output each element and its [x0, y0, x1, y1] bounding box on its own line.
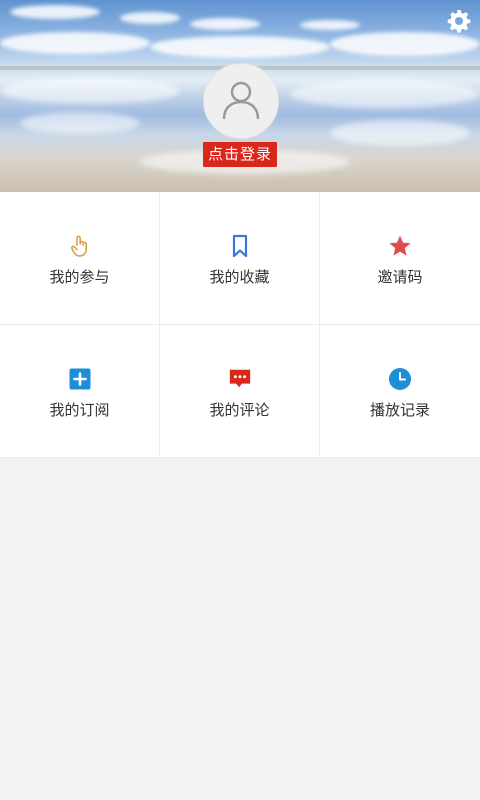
menu-item-label: 我的收藏 [209, 268, 270, 286]
menu-item-favorites[interactable]: 我的收藏 [160, 192, 320, 325]
comment-icon [228, 367, 252, 391]
cloud [10, 5, 100, 19]
menu-item-play-history[interactable]: 播放记录 [320, 325, 480, 458]
cloud-reflection [330, 120, 470, 146]
menu-item-comments[interactable]: 我的评论 [160, 325, 320, 458]
avatar[interactable] [203, 63, 279, 139]
clock-icon [388, 367, 412, 391]
cloud [150, 36, 330, 58]
cloud [0, 32, 150, 54]
menu-grid: 我的参与 我的收藏 邀请码 我的订阅 我的评论 播放记录 [0, 192, 480, 458]
cloud [120, 12, 180, 24]
settings-button[interactable] [446, 10, 472, 36]
login-button[interactable]: 点击登录 [203, 142, 277, 167]
hand-pointer-icon [68, 234, 92, 258]
cloud-reflection [0, 78, 180, 104]
plus-square-icon [68, 367, 92, 391]
star-icon [388, 234, 412, 258]
menu-item-label: 邀请码 [377, 268, 423, 286]
gear-icon [447, 9, 471, 37]
menu-item-subscriptions[interactable]: 我的订阅 [0, 325, 160, 458]
cloud-reflection [20, 112, 140, 134]
menu-item-label: 我的评论 [209, 401, 270, 419]
menu-item-invite-code[interactable]: 邀请码 [320, 192, 480, 325]
cloud-reflection [290, 80, 480, 108]
profile-header: 点击登录 [0, 0, 480, 192]
menu-item-label: 我的订阅 [49, 401, 110, 419]
menu-item-label: 播放记录 [369, 401, 430, 419]
menu-item-participation[interactable]: 我的参与 [0, 192, 160, 325]
user-icon [219, 77, 263, 125]
cloud [190, 18, 260, 30]
bookmark-icon [228, 234, 252, 258]
cloud [300, 20, 360, 30]
menu-item-label: 我的参与 [49, 268, 110, 286]
